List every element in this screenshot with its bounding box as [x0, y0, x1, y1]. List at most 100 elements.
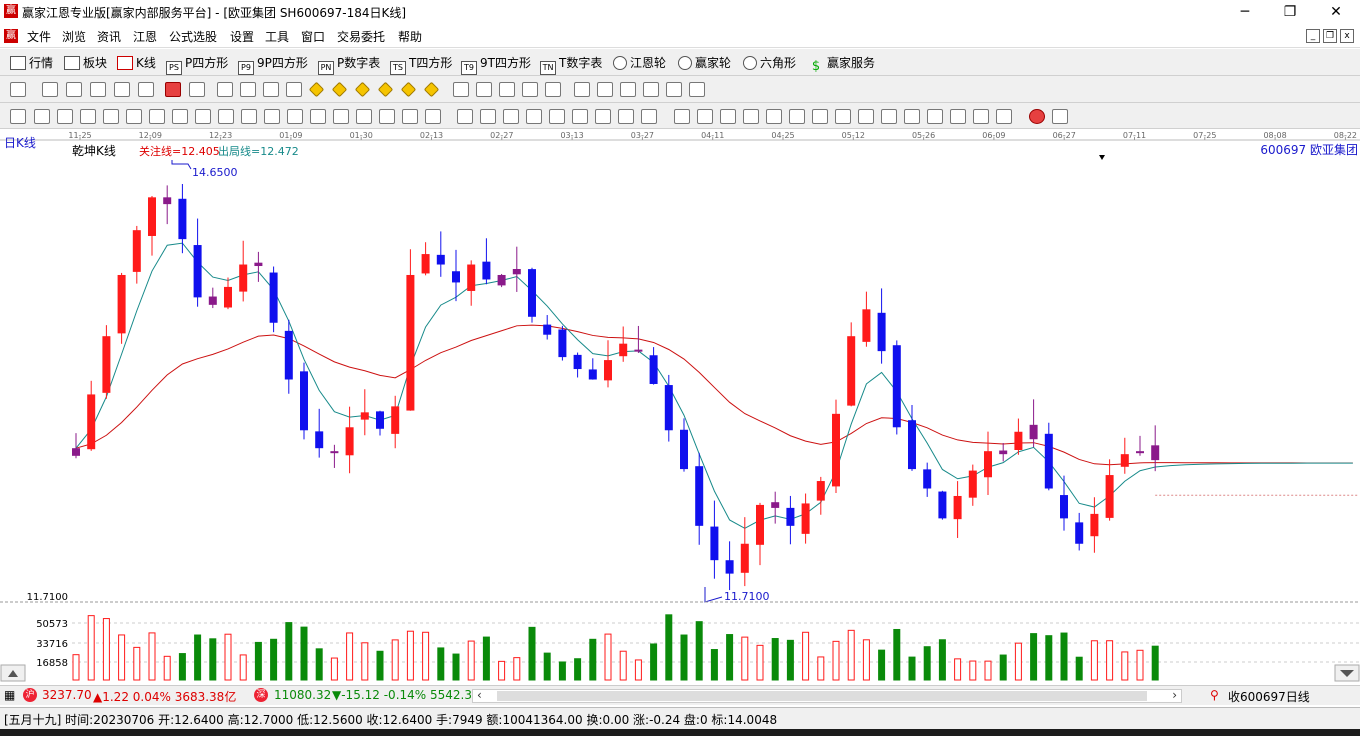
tool-aa-icon[interactable]	[641, 109, 657, 124]
menu-window[interactable]: 窗口	[301, 28, 325, 45]
kline-button[interactable]: K线	[117, 54, 156, 72]
index-table-icon[interactable]: ▦	[4, 688, 15, 702]
sailboat-icon[interactable]	[522, 82, 538, 97]
calendar-icon[interactable]	[574, 82, 590, 97]
tool-w-icon[interactable]	[549, 109, 565, 124]
tool-ao-icon[interactable]	[996, 109, 1012, 124]
tool-n-icon[interactable]	[333, 109, 349, 124]
diamond1-icon[interactable]	[308, 81, 325, 98]
first-icon[interactable]	[217, 82, 233, 97]
tool-v-icon[interactable]	[526, 109, 542, 124]
crosshair-icon[interactable]	[476, 82, 492, 97]
percent-icon[interactable]	[720, 109, 736, 124]
diamond2-icon[interactable]	[331, 81, 348, 98]
scroll-up-icon[interactable]	[0, 664, 26, 682]
scroll-left-icon[interactable]: ‹	[477, 688, 482, 702]
tool-h-icon[interactable]	[195, 109, 211, 124]
kline-style-icon[interactable]	[114, 82, 130, 97]
h-scrollbar[interactable]: ‹ ›	[472, 688, 1182, 703]
tool-aj-icon[interactable]	[881, 109, 897, 124]
taiji-icon[interactable]	[1029, 109, 1045, 124]
service-button[interactable]: $ 赢家服务	[808, 54, 875, 73]
tool-af-icon[interactable]	[789, 109, 805, 124]
diamond6-icon[interactable]	[423, 81, 440, 98]
tool-ac-icon[interactable]	[697, 109, 713, 124]
bulb-icon[interactable]	[42, 82, 58, 97]
tool-u-icon[interactable]	[503, 109, 519, 124]
maximize-button[interactable]: ❐	[1276, 2, 1304, 22]
grid-table-icon[interactable]	[620, 82, 636, 97]
save-icon[interactable]	[643, 82, 659, 97]
minimize-button[interactable]: ─	[1231, 2, 1259, 22]
pencil-icon[interactable]	[10, 109, 26, 124]
tool-g-icon[interactable]	[172, 109, 188, 124]
flag-icon[interactable]	[189, 82, 205, 97]
dropdown-marker-icon[interactable]	[1099, 155, 1105, 160]
scroll-right-icon[interactable]: ›	[1172, 688, 1177, 702]
9p-square-button[interactable]: P9 9P四方形	[238, 54, 308, 75]
menu-settings[interactable]: 设置	[230, 28, 254, 45]
notes-icon[interactable]	[66, 82, 82, 97]
tool-ak-icon[interactable]	[904, 109, 920, 124]
p-square-button[interactable]: PS P四方形	[166, 54, 228, 75]
menu-help[interactable]: 帮助	[398, 28, 422, 45]
tool-a-icon[interactable]	[34, 109, 50, 124]
hexagon-button[interactable]: 六角形	[743, 54, 796, 72]
t-square-button[interactable]: TS T四方形	[390, 54, 452, 75]
t-number-button[interactable]: TN T数字表	[540, 54, 602, 75]
tool-d-icon[interactable]	[103, 109, 119, 124]
tool-m-icon[interactable]	[310, 109, 326, 124]
period-dropdown-icon[interactable]	[10, 82, 26, 97]
report-icon[interactable]	[597, 82, 613, 97]
tool-c-icon[interactable]	[80, 109, 96, 124]
back-icon[interactable]	[263, 82, 279, 97]
diamond5-icon[interactable]	[400, 81, 417, 98]
close-button[interactable]: ✕	[1322, 2, 1350, 22]
tool-ab-icon[interactable]	[674, 109, 690, 124]
mdi-close-icon[interactable]: x	[1340, 29, 1354, 43]
receive-label[interactable]: 收600697日线	[1228, 688, 1310, 705]
winner-wheel-button[interactable]: 赢家轮	[678, 54, 731, 72]
hand-icon[interactable]	[453, 82, 469, 97]
tool-s-icon[interactable]	[457, 109, 473, 124]
tool-an-icon[interactable]	[973, 109, 989, 124]
tool-ae-icon[interactable]	[766, 109, 782, 124]
tool-r-icon[interactable]	[425, 109, 441, 124]
stop-icon[interactable]	[165, 82, 181, 97]
export-icon[interactable]	[689, 82, 705, 97]
tool-l-icon[interactable]	[287, 109, 303, 124]
tool-p-icon[interactable]	[379, 109, 395, 124]
infinity-icon[interactable]	[1052, 109, 1068, 124]
scroll-down-icon[interactable]	[1334, 664, 1360, 682]
menu-file[interactable]: 文件	[27, 28, 51, 45]
tool-y-icon[interactable]	[595, 109, 611, 124]
tool-ah-icon[interactable]	[835, 109, 851, 124]
diamond3-icon[interactable]	[354, 81, 371, 98]
forward-icon[interactable]	[286, 82, 302, 97]
print-icon[interactable]	[666, 82, 682, 97]
mdi-minimize-icon[interactable]: _	[1306, 29, 1320, 43]
scroll-thumb[interactable]	[497, 691, 1147, 701]
quote-button[interactable]: 行情	[10, 54, 53, 72]
menu-info[interactable]: 资讯	[97, 28, 121, 45]
tool-am-icon[interactable]	[950, 109, 966, 124]
menu-browse[interactable]: 浏览	[62, 28, 86, 45]
tool-ag-icon[interactable]	[812, 109, 828, 124]
tool-x-icon[interactable]	[572, 109, 588, 124]
refresh-icon[interactable]	[545, 82, 561, 97]
p-number-button[interactable]: PN P数字表	[318, 54, 380, 75]
tool-i-icon[interactable]	[218, 109, 234, 124]
gann-wheel-button[interactable]: 江恩轮	[613, 54, 666, 72]
menu-trade[interactable]: 交易委托	[337, 28, 385, 45]
last-icon[interactable]	[240, 82, 256, 97]
menu-formula[interactable]: 公式选股	[169, 28, 217, 45]
9t-square-button[interactable]: T9 9T四方形	[461, 54, 531, 75]
bars-icon[interactable]	[90, 82, 106, 97]
mdi-restore-icon[interactable]: ❐	[1323, 29, 1337, 43]
menu-tools[interactable]: 工具	[265, 28, 289, 45]
tool-ad-icon[interactable]	[743, 109, 759, 124]
diamond4-icon[interactable]	[377, 81, 394, 98]
pointer-dropdown-icon[interactable]	[138, 82, 154, 97]
tool-z-icon[interactable]	[618, 109, 634, 124]
tool-al-icon[interactable]	[927, 109, 943, 124]
